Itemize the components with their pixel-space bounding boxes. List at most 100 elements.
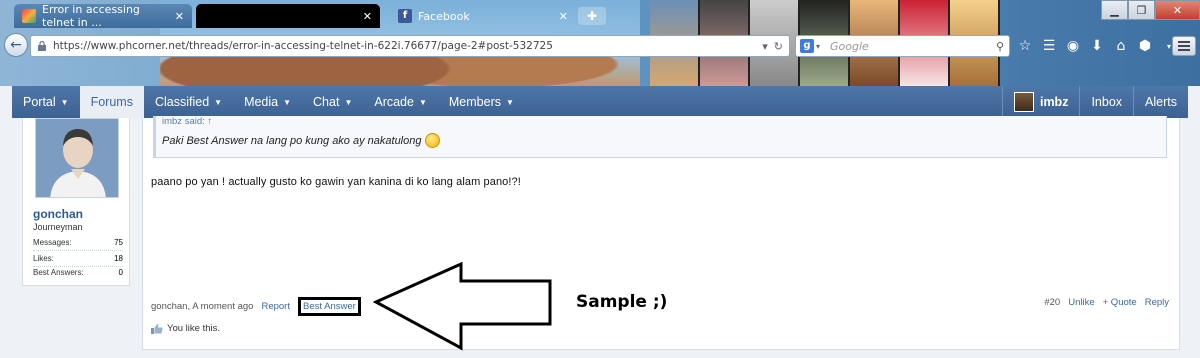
poster-title: Journeyman	[33, 222, 83, 232]
nav-label: Arcade	[374, 95, 414, 109]
stat-divider	[33, 250, 123, 251]
post-actions: #20 Unlike + Quote Reply	[1044, 297, 1169, 308]
stat-best-answers: Best Answers: 0	[33, 268, 123, 277]
home-icon[interactable]: ⌂	[1112, 37, 1130, 55]
nav-media[interactable]: Media ▼	[233, 86, 302, 118]
blank-area	[579, 210, 701, 276]
nav-arcade[interactable]: Arcade ▼	[363, 86, 438, 118]
post-body: imbz said: ↑ Paki Best Answer na lang po…	[142, 116, 1180, 350]
bookmarks-list-icon[interactable]: ☰	[1040, 37, 1058, 55]
browser-tab-redacted[interactable]: ✕	[196, 4, 380, 28]
chevron-down-icon: ▼	[214, 97, 223, 107]
lock-icon	[38, 41, 46, 51]
stat-messages: Messages: 75	[33, 238, 123, 247]
likes-text: You like this.	[167, 323, 220, 334]
avatar[interactable]	[35, 118, 119, 198]
bookmark-star-icon[interactable]: ☆	[1016, 37, 1034, 55]
close-tab-icon[interactable]: ✕	[175, 10, 184, 23]
address-bar[interactable]: https://www.phcorner.net/threads/error-i…	[30, 35, 790, 57]
post-number-link[interactable]: #20	[1044, 297, 1060, 308]
download-icon[interactable]: ⬇	[1088, 37, 1106, 55]
search-engine-dropdown-icon[interactable]: ▾	[816, 42, 820, 51]
adblock-icon[interactable]: ⬢	[1136, 37, 1154, 55]
unlike-link[interactable]: Unlike	[1068, 297, 1094, 308]
minimize-icon[interactable]: ▁	[1101, 0, 1128, 20]
nav-label: Alerts	[1145, 95, 1177, 109]
nav-user[interactable]: imbz	[1003, 86, 1079, 118]
poster-username[interactable]: gonchan	[33, 207, 83, 221]
search-placeholder: Google	[830, 39, 869, 53]
report-link[interactable]: Report	[261, 301, 290, 312]
poster-info: gonchan Journeyman Messages: 75 Likes: 18 …	[22, 118, 130, 286]
chevron-down-icon: ▼	[60, 97, 69, 107]
close-window-icon[interactable]: ✕	[1155, 0, 1200, 20]
thread-content: gonchan Journeyman Messages: 75 Likes: 18 …	[0, 116, 1200, 358]
back-arrow-icon[interactable]: ←	[4, 33, 28, 57]
google-icon: g	[800, 39, 814, 53]
stat-label: Best Answers:	[33, 268, 84, 277]
browser-tab-facebook[interactable]: f Facebook ✕	[390, 4, 576, 28]
nav-alerts[interactable]: Alerts	[1134, 86, 1188, 118]
stat-value: 0	[118, 268, 123, 277]
browser-menu-icon[interactable]	[1172, 36, 1196, 56]
close-tab-icon[interactable]: ✕	[363, 10, 372, 23]
chevron-down-icon: ▼	[505, 97, 514, 107]
post-footer: gonchan, A moment ago Report Best Answer	[151, 297, 361, 316]
window-controls: ▁ ❐ ✕	[1101, 0, 1200, 20]
stat-value: 18	[114, 254, 123, 263]
best-answer-link[interactable]: Best Answer	[297, 297, 361, 316]
tab-title: Error in accessing telnet in ...	[42, 3, 140, 29]
user-avatar	[1013, 92, 1034, 112]
nav-inbox[interactable]: Inbox	[1080, 86, 1133, 118]
quote-text: Paki Best Answer na lang po kung ako ay …	[162, 134, 422, 147]
url-bar-icons: ▾ ↻	[762, 40, 783, 53]
quote-link[interactable]: + Quote	[1103, 297, 1137, 308]
nav-label: Portal	[23, 95, 56, 109]
maximize-icon[interactable]: ❐	[1128, 0, 1155, 20]
nav-chat[interactable]: Chat ▼	[302, 86, 363, 118]
annotation-arrow-icon	[373, 262, 552, 351]
browser-tab-active[interactable]: Error in accessing telnet in ... ✕	[14, 3, 192, 29]
chevron-down-icon: ▼	[283, 97, 292, 107]
smiley-icon	[425, 133, 441, 148]
nav-portal[interactable]: Portal ▼	[12, 86, 80, 118]
nav-label: Media	[244, 95, 279, 109]
stat-divider	[33, 266, 123, 267]
nav-label: Forums	[90, 95, 133, 109]
close-tab-icon[interactable]: ✕	[559, 10, 568, 23]
search-icon[interactable]: ⚲	[996, 40, 1004, 53]
stat-label: Messages:	[33, 238, 72, 247]
nav-forums[interactable]: Forums	[79, 86, 144, 118]
forum-navbar: Portal ▼ Forums Classified ▼ Media ▼ Chat ▼ …	[12, 86, 1188, 118]
nav-user-area: imbz Inbox Alerts	[1001, 86, 1188, 118]
post-meta[interactable]: gonchan, A moment ago	[151, 301, 253, 312]
quote-block: imbz said: ↑ Paki Best Answer na lang po…	[153, 116, 1167, 158]
dropdown-arrow-icon[interactable]: ▾	[762, 40, 768, 53]
quote-attribution[interactable]: imbz said: ↑	[162, 116, 212, 127]
browser-chrome: Error in accessing telnet in ... ✕ ✕ f F…	[0, 0, 1200, 86]
post-message: paano po yan ! actually gusto ko gawin y…	[151, 176, 521, 188]
nav-label: Classified	[154, 95, 210, 109]
reply-link[interactable]: Reply	[1145, 297, 1169, 308]
nav-members[interactable]: Members ▼	[438, 86, 525, 118]
tab-title: Facebook	[418, 9, 470, 23]
facebook-icon: f	[398, 9, 412, 23]
search-box[interactable]: g ▾ Google ⚲	[795, 35, 1010, 57]
stat-value[interactable]: 75	[114, 238, 123, 247]
site-favicon-icon	[22, 9, 36, 23]
tab-bar: Error in accessing telnet in ... ✕ ✕ f F…	[0, 0, 1200, 30]
url-host: https://www.phcorner.net	[53, 40, 186, 52]
addon-icon[interactable]: ◉	[1064, 37, 1082, 55]
stat-label: Likes:	[33, 254, 54, 263]
reload-icon[interactable]: ↻	[774, 40, 783, 53]
nav-label: Inbox	[1091, 95, 1123, 109]
nav-label: Chat	[313, 95, 340, 109]
nav-label: Members	[448, 95, 501, 109]
quote-text-row: Paki Best Answer na lang po kung ako ay …	[162, 133, 441, 148]
likes-summary: You like this.	[151, 323, 220, 334]
url-path: /threads/error-in-accessing-telnet-in-62…	[185, 40, 553, 52]
nav-classified[interactable]: Classified ▼	[144, 86, 233, 118]
new-tab-button[interactable]: ✚	[578, 7, 606, 25]
thumbs-up-icon	[151, 323, 163, 334]
nav-username: imbz	[1039, 95, 1069, 109]
